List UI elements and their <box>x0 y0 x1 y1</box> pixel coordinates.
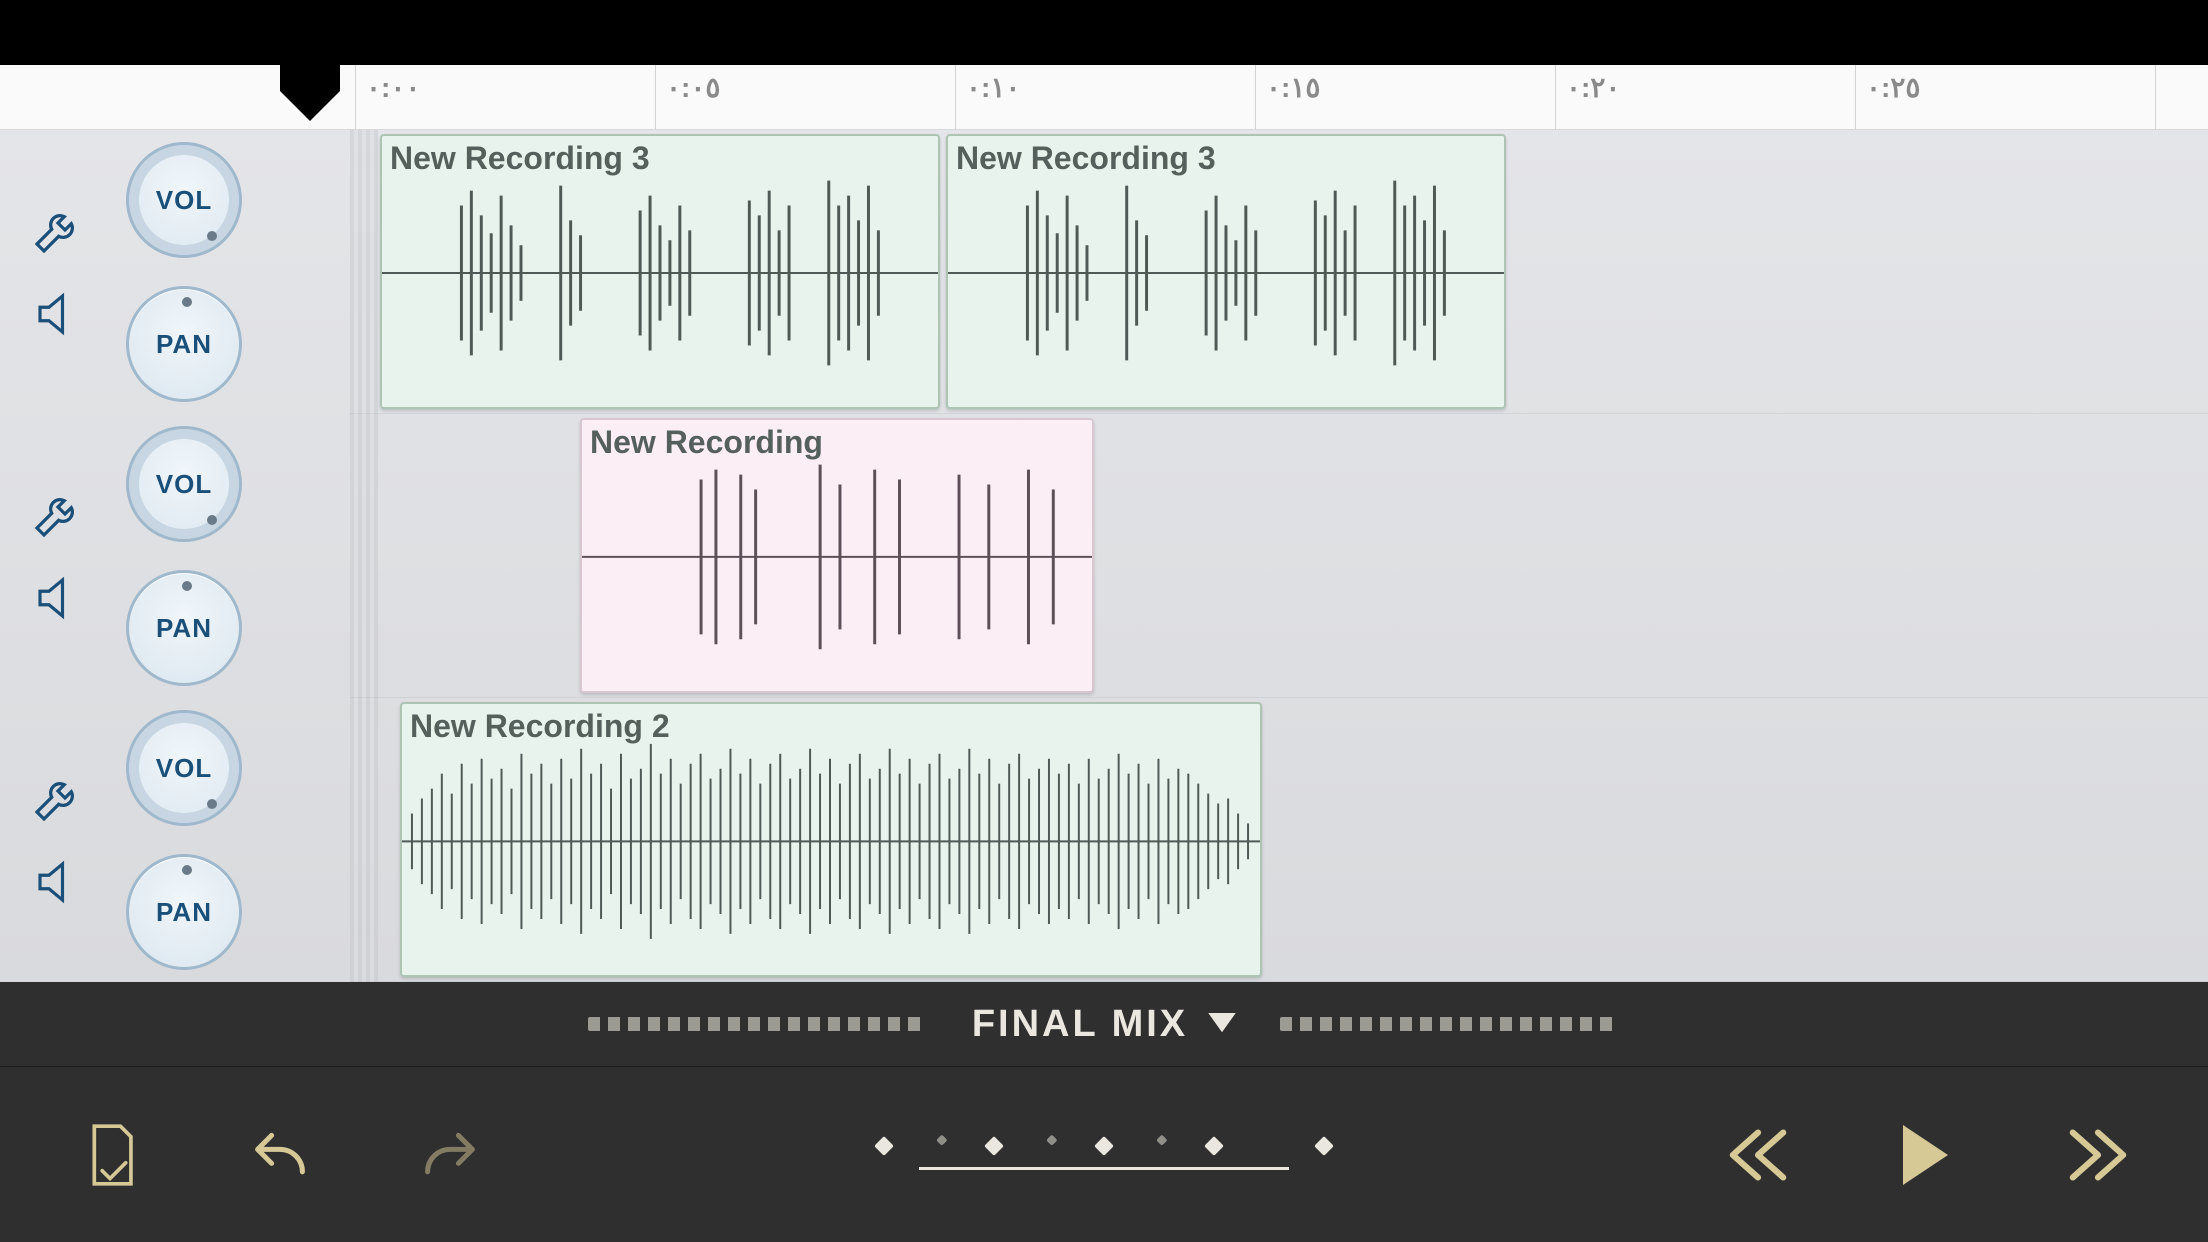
knob-label: PAN <box>156 613 212 644</box>
footer: FINAL MIX <box>0 982 2208 1242</box>
dotline-right <box>1280 1017 1620 1031</box>
track-1-lane[interactable]: New Recording 3 New Recording 3 <box>350 130 2208 414</box>
ruler-tick: ٠:١٥ <box>1255 65 1320 129</box>
track-1-controls: VOL PAN <box>0 130 350 414</box>
track-2-settings[interactable] <box>30 486 86 542</box>
track-1-volume-knob[interactable]: VOL <box>126 142 242 258</box>
trackbed[interactable]: New Recording 3 New Recording 3 <box>350 130 2208 982</box>
rewind-button[interactable] <box>1718 1115 1798 1195</box>
ruler-tick: ٠:٠٠ <box>355 65 420 129</box>
track-3-volume-knob[interactable]: VOL <box>126 710 242 826</box>
undo-icon <box>245 1127 315 1183</box>
track-1-settings[interactable] <box>30 202 86 258</box>
clip-new-recording-3-b[interactable]: New Recording 3 <box>946 134 1506 409</box>
redo-icon <box>415 1127 485 1183</box>
track-3-pan-knob[interactable]: PAN <box>126 854 242 970</box>
track-3-lane[interactable]: New Recording 2 <box>350 698 2208 982</box>
track-3-mute[interactable] <box>30 854 86 910</box>
speaker-icon <box>31 855 85 909</box>
speaker-icon <box>31 287 85 341</box>
forward-button[interactable] <box>2058 1115 2138 1195</box>
clip-new-recording[interactable]: New Recording <box>580 418 1094 693</box>
clip-new-recording-2[interactable]: New Recording 2 <box>400 702 1262 977</box>
statusbar <box>0 0 2208 65</box>
knob-label: PAN <box>156 897 212 928</box>
workspace: VOL PAN VOL <box>0 130 2208 982</box>
waveform <box>582 420 1092 693</box>
undo-button[interactable] <box>240 1115 320 1195</box>
play-button[interactable] <box>1888 1115 1968 1195</box>
speaker-icon <box>31 571 85 625</box>
track-1-mute[interactable] <box>30 286 86 342</box>
redo-button[interactable] <box>410 1115 490 1195</box>
clip-new-recording-3-a[interactable]: New Recording 3 <box>380 134 940 409</box>
playhead-marker <box>280 63 340 133</box>
track-1-pan-knob[interactable]: PAN <box>126 286 242 402</box>
wrench-icon <box>30 486 86 542</box>
rewind-icon <box>1722 1127 1794 1183</box>
knob-label: VOL <box>156 753 212 784</box>
wrench-icon <box>30 202 86 258</box>
play-icon <box>1901 1125 1955 1185</box>
track-2-mute[interactable] <box>30 570 86 626</box>
track-sidebar: VOL PAN VOL <box>0 130 350 982</box>
track-2-volume-knob[interactable]: VOL <box>126 426 242 542</box>
track-3-controls: VOL PAN <box>0 698 350 982</box>
track-2-controls: VOL PAN <box>0 414 350 698</box>
dotline-left <box>588 1017 928 1031</box>
ruler-tick: ٠:٢٥ <box>1855 65 1920 129</box>
edit-icon <box>78 1121 142 1189</box>
waveform <box>382 136 938 409</box>
knob-label: VOL <box>156 185 212 216</box>
waveform <box>948 136 1504 409</box>
track-3-settings[interactable] <box>30 770 86 826</box>
ruler-tick: ٠:٠٥ <box>655 65 720 129</box>
wrench-icon <box>30 770 86 826</box>
waveform <box>402 704 1260 977</box>
knob-label: VOL <box>156 469 212 500</box>
mix-label: FINAL MIX <box>972 1003 1188 1046</box>
track-2-lane[interactable]: New Recording <box>350 414 2208 698</box>
edit-button[interactable] <box>70 1115 150 1195</box>
track-2-pan-knob[interactable]: PAN <box>126 570 242 686</box>
knob-label: PAN <box>156 329 212 360</box>
ruler-tick <box>2155 65 2166 129</box>
final-mix-dropdown[interactable]: FINAL MIX <box>972 1003 1236 1046</box>
forward-icon <box>2062 1127 2134 1183</box>
beat-indicator <box>877 1139 1331 1170</box>
ruler-tick: ٠:١٠ <box>955 65 1020 129</box>
final-mix-bar[interactable]: FINAL MIX <box>0 982 2208 1067</box>
transport-bar <box>0 1067 2208 1242</box>
chevron-down-icon <box>1208 1013 1236 1035</box>
ruler-tick: ٠:٢٠ <box>1555 65 1620 129</box>
timeline-ruler[interactable]: ٠:٠٠ ٠:٠٥ ٠:١٠ ٠:١٥ ٠:٢٠ ٠:٢٥ <box>0 65 2208 130</box>
